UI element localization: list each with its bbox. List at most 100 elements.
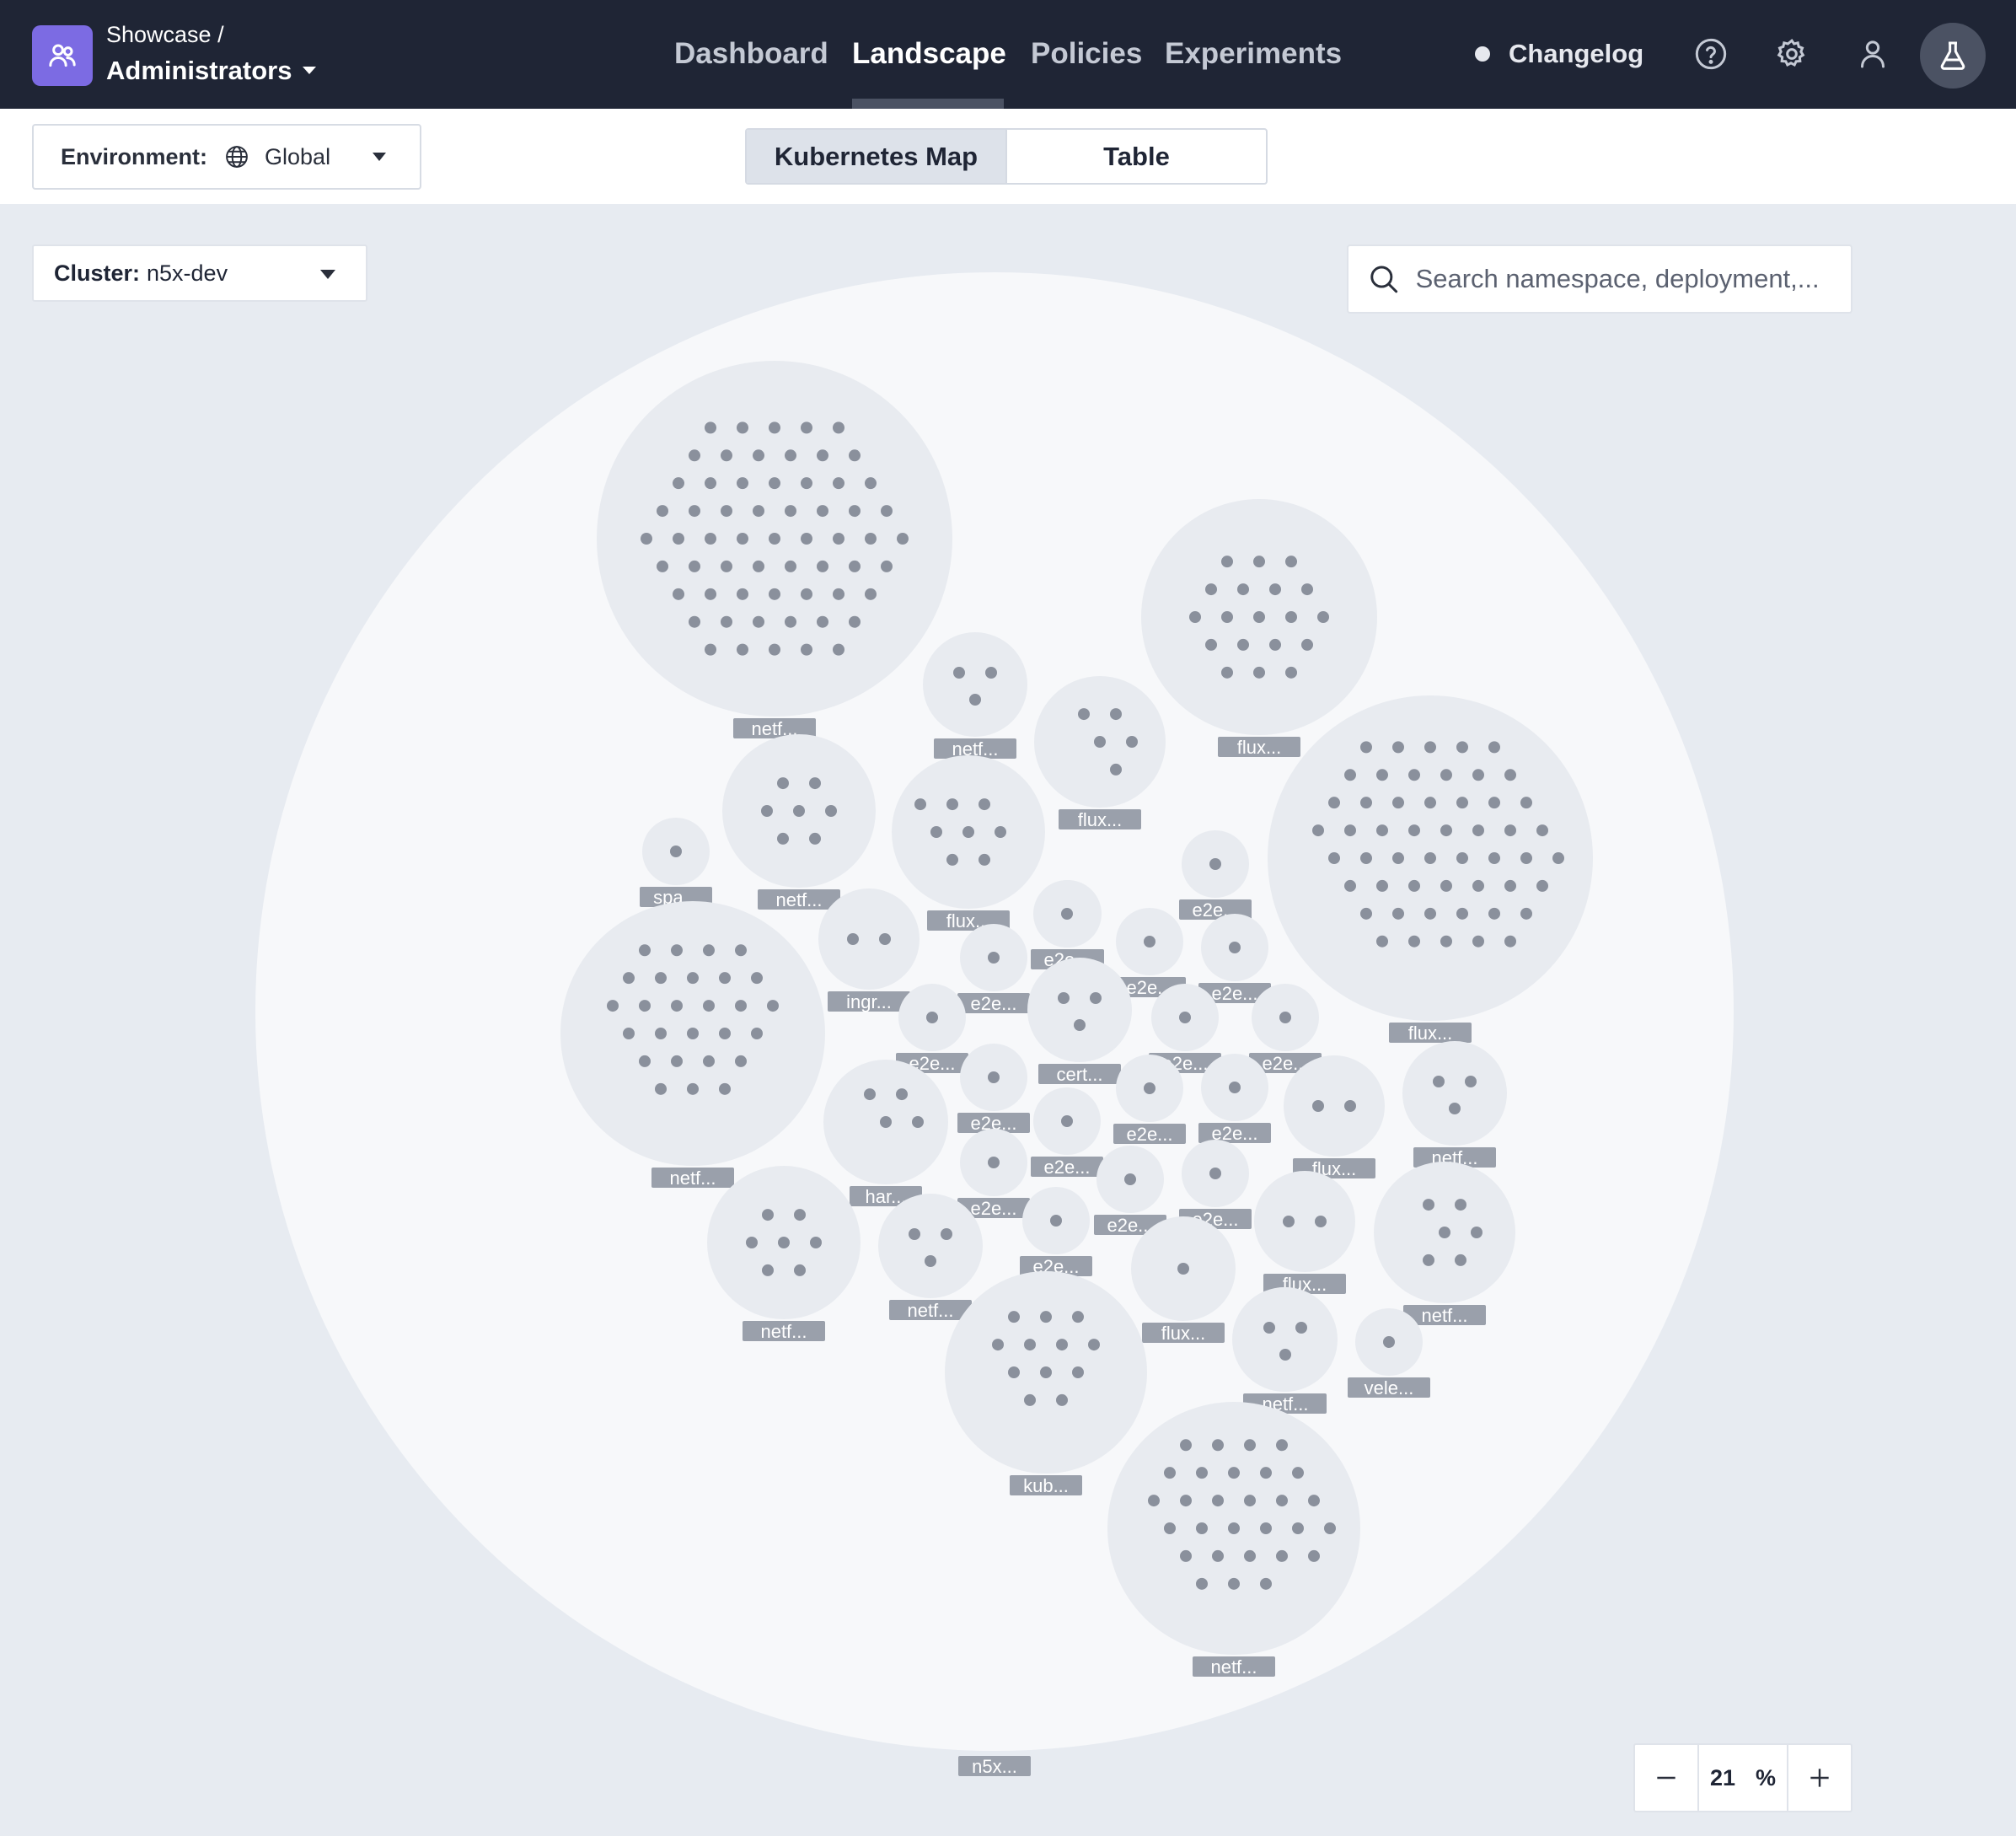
pod-dot[interactable] bbox=[639, 1000, 651, 1012]
pod-dot[interactable] bbox=[1050, 1215, 1062, 1227]
search-input[interactable] bbox=[1413, 263, 1851, 295]
pod-dot[interactable] bbox=[1276, 1439, 1288, 1452]
namespace-circle[interactable] bbox=[1182, 830, 1249, 898]
pod-dot[interactable] bbox=[655, 1028, 667, 1039]
pod-dot[interactable] bbox=[705, 643, 716, 656]
pod-dot[interactable] bbox=[1317, 611, 1329, 623]
pod-dot[interactable] bbox=[817, 505, 828, 518]
pod-dot[interactable] bbox=[1072, 1366, 1084, 1378]
pod-dot[interactable] bbox=[1196, 1522, 1208, 1534]
pod-dot[interactable] bbox=[1269, 583, 1281, 596]
pod-dot[interactable] bbox=[735, 1055, 747, 1067]
pod-dot[interactable] bbox=[1392, 741, 1404, 754]
pod-dot[interactable] bbox=[849, 505, 861, 518]
pod-dot[interactable] bbox=[1072, 1311, 1084, 1323]
pod-dot[interactable] bbox=[825, 805, 837, 817]
pod-dot[interactable] bbox=[753, 615, 764, 628]
pod-dot[interactable] bbox=[979, 853, 990, 866]
pod-dot[interactable] bbox=[1180, 1549, 1192, 1562]
pod-dot[interactable] bbox=[1292, 1522, 1304, 1534]
pod-dot[interactable] bbox=[1456, 741, 1468, 754]
pod-dot[interactable] bbox=[833, 588, 844, 600]
zoom-in-button[interactable] bbox=[1788, 1745, 1851, 1811]
namespace-circle[interactable] bbox=[878, 1194, 983, 1298]
pod-dot[interactable] bbox=[1472, 769, 1484, 781]
pod-dot[interactable] bbox=[864, 1088, 876, 1101]
pod-dot[interactable] bbox=[953, 667, 965, 679]
pod-dot[interactable] bbox=[969, 694, 981, 706]
pod-dot[interactable] bbox=[1360, 852, 1372, 864]
pod-dot[interactable] bbox=[865, 533, 877, 545]
pod-dot[interactable] bbox=[735, 944, 747, 957]
pod-dot[interactable] bbox=[1279, 1349, 1291, 1361]
pod-dot[interactable] bbox=[817, 560, 828, 572]
namespace-circle[interactable] bbox=[642, 818, 710, 885]
namespace-circle[interactable] bbox=[960, 1129, 1027, 1196]
pod-dot[interactable] bbox=[1376, 824, 1388, 837]
pod-dot[interactable] bbox=[1408, 935, 1420, 948]
pod-dot[interactable] bbox=[926, 1012, 938, 1023]
pod-dot[interactable] bbox=[1253, 666, 1265, 679]
pod-dot[interactable] bbox=[1433, 1076, 1445, 1087]
pod-dot[interactable] bbox=[801, 643, 812, 656]
pod-dot[interactable] bbox=[1189, 611, 1201, 623]
namespace-circle[interactable] bbox=[1141, 499, 1377, 735]
pod-dot[interactable] bbox=[881, 560, 893, 572]
pod-dot[interactable] bbox=[785, 615, 796, 628]
pod-dot[interactable] bbox=[979, 798, 990, 811]
pod-dot[interactable] bbox=[1058, 992, 1070, 1004]
namespace-circle[interactable] bbox=[1268, 695, 1593, 1021]
pod-dot[interactable] bbox=[1177, 1263, 1189, 1275]
pod-dot[interactable] bbox=[880, 1116, 892, 1128]
pod-dot[interactable] bbox=[833, 533, 844, 545]
pod-dot[interactable] bbox=[1196, 1467, 1208, 1479]
pod-dot[interactable] bbox=[988, 1071, 1000, 1083]
pod-dot[interactable] bbox=[737, 421, 748, 434]
pod-dot[interactable] bbox=[1315, 1216, 1327, 1227]
pod-dot[interactable] bbox=[1209, 1168, 1221, 1179]
pod-dot[interactable] bbox=[1237, 638, 1249, 651]
namespace-circle[interactable] bbox=[1096, 1146, 1164, 1213]
pod-dot[interactable] bbox=[1024, 1339, 1036, 1351]
pod-dot[interactable] bbox=[914, 798, 926, 811]
namespace-bubble[interactable] bbox=[818, 888, 920, 990]
namespace-circle[interactable] bbox=[597, 361, 952, 717]
pod-dot[interactable] bbox=[1088, 1339, 1100, 1351]
pod-dot[interactable] bbox=[721, 505, 732, 518]
namespace-bubble[interactable] bbox=[878, 1194, 983, 1298]
pod-dot[interactable] bbox=[705, 421, 716, 434]
pod-dot[interactable] bbox=[1124, 1173, 1136, 1185]
pod-dot[interactable] bbox=[1221, 666, 1233, 679]
pod-dot[interactable] bbox=[849, 449, 861, 462]
pod-dot[interactable] bbox=[1471, 1227, 1483, 1238]
pod-dot[interactable] bbox=[1360, 797, 1372, 809]
pod-dot[interactable] bbox=[753, 449, 764, 462]
pod-dot[interactable] bbox=[705, 588, 716, 600]
namespace-bubble[interactable] bbox=[1254, 1171, 1355, 1272]
pod-dot[interactable] bbox=[1126, 736, 1138, 748]
pod-dot[interactable] bbox=[689, 560, 700, 572]
pod-dot[interactable] bbox=[1008, 1366, 1020, 1378]
pod-dot[interactable] bbox=[801, 421, 812, 434]
namespace-circle[interactable] bbox=[1116, 908, 1183, 975]
pod-dot[interactable] bbox=[1449, 1103, 1461, 1114]
pod-dot[interactable] bbox=[671, 1055, 683, 1067]
pod-dot[interactable] bbox=[687, 1028, 699, 1039]
pod-dot[interactable] bbox=[1180, 1439, 1192, 1452]
pod-dot[interactable] bbox=[1285, 611, 1297, 623]
namespace-circle[interactable] bbox=[560, 901, 825, 1166]
namespace-circle[interactable] bbox=[945, 1271, 1147, 1474]
namespace-circle[interactable] bbox=[1201, 914, 1268, 981]
pod-dot[interactable] bbox=[639, 1055, 651, 1067]
pod-dot[interactable] bbox=[1376, 879, 1388, 892]
pod-dot[interactable] bbox=[801, 477, 812, 490]
pod-dot[interactable] bbox=[719, 972, 731, 985]
pod-dot[interactable] bbox=[641, 533, 652, 545]
pod-dot[interactable] bbox=[801, 533, 812, 545]
pod-dot[interactable] bbox=[721, 560, 732, 572]
pod-dot[interactable] bbox=[785, 505, 796, 518]
pod-dot[interactable] bbox=[1283, 1216, 1295, 1227]
pod-dot[interactable] bbox=[1488, 907, 1500, 920]
pod-dot[interactable] bbox=[849, 560, 861, 572]
pod-dot[interactable] bbox=[881, 505, 893, 518]
